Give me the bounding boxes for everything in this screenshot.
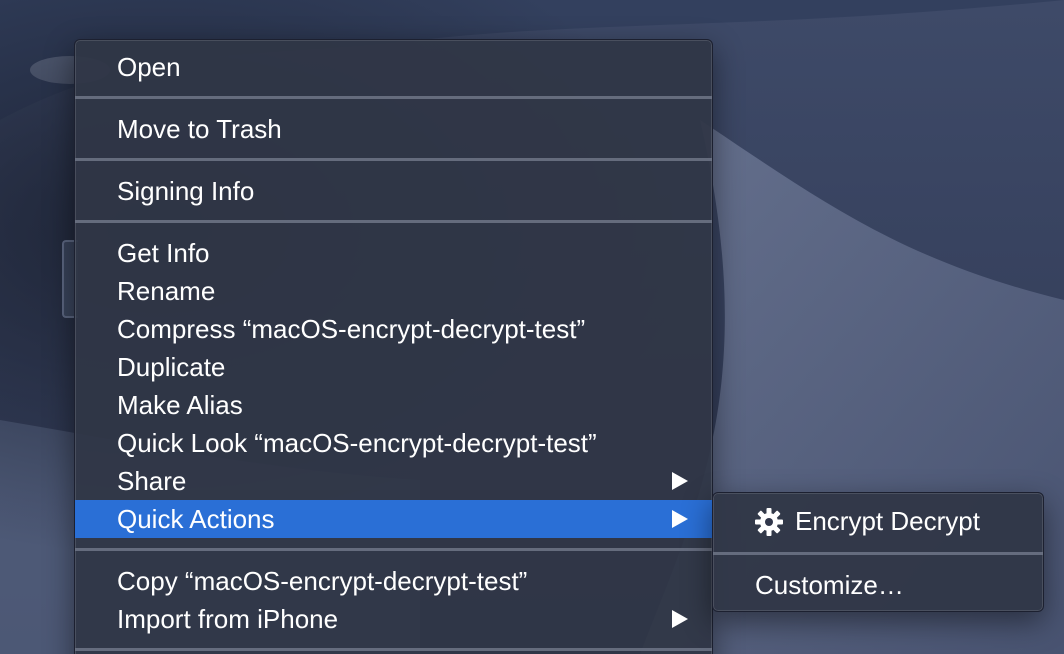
submenu-arrow-icon <box>672 510 688 528</box>
menu-item-label: Quick Look “macOS-encrypt-decrypt-test” <box>117 428 597 458</box>
quick-actions-submenu: Encrypt Decrypt Customize… <box>712 492 1044 612</box>
submenu-arrow-icon <box>672 610 688 628</box>
menu-separator <box>75 148 712 172</box>
menu-item-signing-info[interactable]: Signing Info <box>75 172 712 210</box>
menu-item-get-info[interactable]: Get Info <box>75 234 712 272</box>
menu-separator <box>75 638 712 654</box>
menu-item-label: Make Alias <box>117 390 243 420</box>
menu-item-share[interactable]: Share <box>75 462 712 500</box>
menu-item-compress[interactable]: Compress “macOS-encrypt-decrypt-test” <box>75 310 712 348</box>
menu-separator <box>75 538 712 562</box>
gear-icon <box>755 508 783 536</box>
menu-item-import-from-iphone[interactable]: Import from iPhone <box>75 600 712 638</box>
menu-item-duplicate[interactable]: Duplicate <box>75 348 712 386</box>
menu-item-copy[interactable]: Copy “macOS-encrypt-decrypt-test” <box>75 562 712 600</box>
menu-item-label: Import from iPhone <box>117 604 339 634</box>
submenu-item-label: Customize… <box>755 570 904 600</box>
desktop: Open Move to Trash Signing Info Get Info… <box>0 0 1064 654</box>
menu-item-quick-look[interactable]: Quick Look “macOS-encrypt-decrypt-test” <box>75 424 712 462</box>
menu-item-label: Compress “macOS-encrypt-decrypt-test” <box>117 314 586 344</box>
menu-item-label: Signing Info <box>117 176 255 206</box>
submenu-arrow-icon <box>672 472 688 490</box>
menu-separator <box>75 86 712 110</box>
menu-item-quick-actions[interactable]: Quick Actions <box>75 500 712 538</box>
menu-item-rename[interactable]: Rename <box>75 272 712 310</box>
menu-item-label: Share <box>117 466 187 496</box>
menu-item-open[interactable]: Open <box>75 48 712 86</box>
submenu-item-label: Encrypt Decrypt <box>795 506 980 536</box>
menu-item-label: Move to Trash <box>117 114 282 144</box>
submenu-item-customize[interactable]: Customize… <box>713 565 1043 605</box>
menu-item-label: Get Info <box>117 238 210 268</box>
menu-item-move-to-trash[interactable]: Move to Trash <box>75 110 712 148</box>
menu-separator <box>713 541 1043 565</box>
menu-separator <box>75 210 712 234</box>
menu-item-label: Duplicate <box>117 352 226 382</box>
menu-item-label: Copy “macOS-encrypt-decrypt-test” <box>117 566 528 596</box>
submenu-item-encrypt-decrypt[interactable]: Encrypt Decrypt <box>713 501 1043 541</box>
menu-item-label: Rename <box>117 276 216 306</box>
menu-item-label: Quick Actions <box>117 504 275 534</box>
menu-item-make-alias[interactable]: Make Alias <box>75 386 712 424</box>
context-menu: Open Move to Trash Signing Info Get Info… <box>74 39 713 654</box>
menu-item-label: Open <box>117 52 181 82</box>
